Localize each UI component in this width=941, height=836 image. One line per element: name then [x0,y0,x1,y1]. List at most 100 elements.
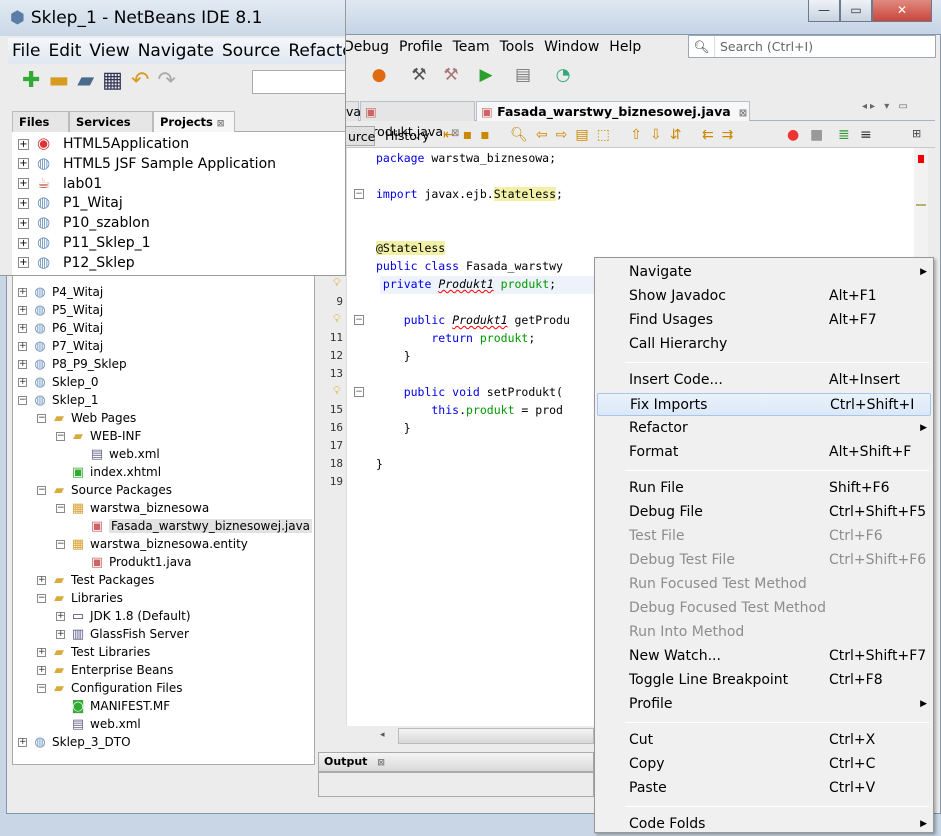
tab-services[interactable]: Services [69,111,153,132]
close-output-icon[interactable]: ⊠ [372,758,390,768]
code-line[interactable]: } [376,347,411,365]
horizontal-scrollbar[interactable] [398,728,594,744]
menu-item-find-usages[interactable]: Find Usages Alt+F7 [597,309,931,332]
code-line[interactable]: private Produkt1 produkt; [376,275,556,293]
menu-item-fix-imports[interactable]: Fix Imports Ctrl+Shift+I [597,393,931,416]
tab-fasada-java[interactable]: ▣ Fasada_warstwy_biznesowej.java ⊠ [476,101,750,121]
expand-icon[interactable]: + [18,257,29,269]
expand-icon[interactable]: + [18,288,27,297]
uncomment-icon[interactable]: ≡ [860,127,872,143]
tree-item[interactable]: + ◍ Sklep_0 [18,373,99,391]
search-icon[interactable]: 🔍︎ [689,36,715,57]
expand-icon[interactable]: − [37,486,46,495]
tree-item[interactable]: ▣ Produkt1.java [75,553,192,571]
tree-item[interactable]: + ◍ P11_Sklep_1 [18,232,151,252]
expand-icon[interactable]: + [56,612,65,621]
run-icon[interactable]: ▶ [475,64,497,86]
menu-source[interactable]: Source [218,41,284,61]
build-hammer-icon[interactable]: ⚒ [408,64,430,86]
menu-item-profile[interactable]: Profile ▶ [597,693,931,716]
firefox-browser-icon[interactable]: ● [368,64,390,86]
code-line[interactable]: } [376,419,411,437]
tab-files[interactable]: Files [12,111,69,132]
debug-icon[interactable]: ▤ [512,64,534,86]
tree-item[interactable]: − ▰ WEB-INF [56,427,141,445]
expand-icon[interactable]: + [18,378,27,387]
tree-item[interactable]: + ☕ lab01 [18,173,102,193]
open-project-icon[interactable]: ▰ [77,68,102,93]
menu-item-paste[interactable]: Paste Ctrl+V [597,777,931,800]
tab-projects[interactable]: Projects ⊠ [153,111,235,132]
menu-team[interactable]: Team [448,39,495,55]
menu-help[interactable]: Help [604,39,646,55]
profile-icon[interactable]: ◔ [552,64,574,86]
fold-toggle-icon[interactable]: − [354,315,364,325]
tree-item[interactable]: + ◍ P6_Witaj [18,319,103,337]
fold-toggle-icon[interactable]: − [354,387,364,397]
expand-icon[interactable]: + [18,138,29,150]
code-line[interactable]: return produkt; [376,329,535,347]
menu-item-insert-code[interactable]: Insert Code... Alt+Insert [597,369,931,392]
tree-item[interactable]: ◙ MANIFEST.MF [56,697,170,715]
split-icon[interactable]: ⊞ [912,127,921,140]
code-line[interactable]: public class Fasada_warstwy [376,257,563,275]
tree-item[interactable]: + ◍ P12_Sklep [18,252,135,272]
history-tab[interactable]: History [385,126,429,146]
new-project-icon[interactable]: ▬ [48,68,77,93]
tree-item[interactable]: − ▰ Libraries [37,589,123,607]
tab-produkt-java[interactable]: ▣ Produkt.java ⊠ [360,101,475,139]
tab-scroll-arrows[interactable]: ◂▸ ▾ ▭ [862,101,911,112]
menu-window[interactable]: Window [539,39,604,55]
tree-item[interactable]: + ◍ Sklep_3_DTO [18,733,131,751]
code-line[interactable]: public Produkt1 getProdu [376,311,570,329]
undo-icon[interactable]: ↶ [131,68,157,93]
tree-item[interactable]: − ▰ Web Pages [37,409,136,427]
redo-icon[interactable]: ↷ [157,68,183,93]
tree-item[interactable]: + ▭ JDK 1.8 (Default) [56,607,191,625]
breakpoint-record-icon[interactable]: ● [787,127,799,143]
tree-item[interactable]: − ▦ warstwa_biznesowa.entity [56,535,248,553]
expand-icon[interactable]: + [18,360,27,369]
menu-item-call-hierarchy[interactable]: Call Hierarchy [597,333,931,356]
minimize-button[interactable]: — [808,0,840,22]
menu-item-toggle-line-breakpoint[interactable]: Toggle Line Breakpoint Ctrl+F8 [597,669,931,692]
tree-item[interactable]: ▣ index.xhtml [56,463,161,481]
code-line[interactable]: } [376,455,383,473]
expand-icon[interactable]: − [37,684,46,693]
menu-view[interactable]: View [85,41,133,61]
expand-icon[interactable]: − [56,504,65,513]
expand-icon[interactable]: + [18,342,27,351]
fold-toggle-icon[interactable]: − [354,189,364,199]
comment-icon[interactable]: ≣ [838,127,850,143]
source-tab[interactable]: urce [345,126,375,146]
tree-item[interactable]: + ◍ P8_P9_Sklep [18,355,127,373]
tree-item[interactable]: + ▥ GlassFish Server [56,625,189,643]
menu-item-new-watch[interactable]: New Watch... Ctrl+Shift+F7 [597,645,931,668]
menu-item-show-javadoc[interactable]: Show Javadoc Alt+F1 [597,285,931,308]
expand-icon[interactable]: + [18,324,27,333]
tree-item[interactable]: ▤ web.xml [75,445,160,463]
save-all-icon[interactable]: ▦ [102,68,131,93]
expand-icon[interactable]: + [37,666,46,675]
expand-icon[interactable]: + [18,217,29,229]
expand-icon[interactable]: − [56,432,65,441]
search-input[interactable]: 🔍︎ Search (Ctrl+I) [688,35,936,58]
menu-item-run-file[interactable]: Run File Shift+F6 [597,477,931,500]
menu-refactor[interactable]: Refactor [284,41,345,61]
expand-icon[interactable]: − [18,396,27,405]
error-marker[interactable] [918,155,924,163]
tree-item[interactable]: − ▰ Source Packages [37,481,172,499]
output-panel-tab[interactable]: Output ⊠ [318,752,594,772]
tab-hidden-java[interactable]: va [345,101,361,121]
expand-icon[interactable]: + [18,306,27,315]
tree-item[interactable]: + ▰ Test Libraries [37,643,150,661]
close-button[interactable]: ✕ [872,0,932,22]
expand-icon[interactable]: − [37,594,46,603]
clean-build-icon[interactable]: ⚒ [440,64,462,86]
expand-icon[interactable]: + [18,197,29,209]
tree-item[interactable]: ▣ Fasada_warstwy_biznesowej.java [75,517,313,535]
config-dropdown[interactable] [252,70,345,94]
tree-item[interactable]: + ◍ P5_Witaj [18,301,103,319]
expand-icon[interactable]: − [56,540,65,549]
menu-navigate[interactable]: Navigate [134,41,218,61]
